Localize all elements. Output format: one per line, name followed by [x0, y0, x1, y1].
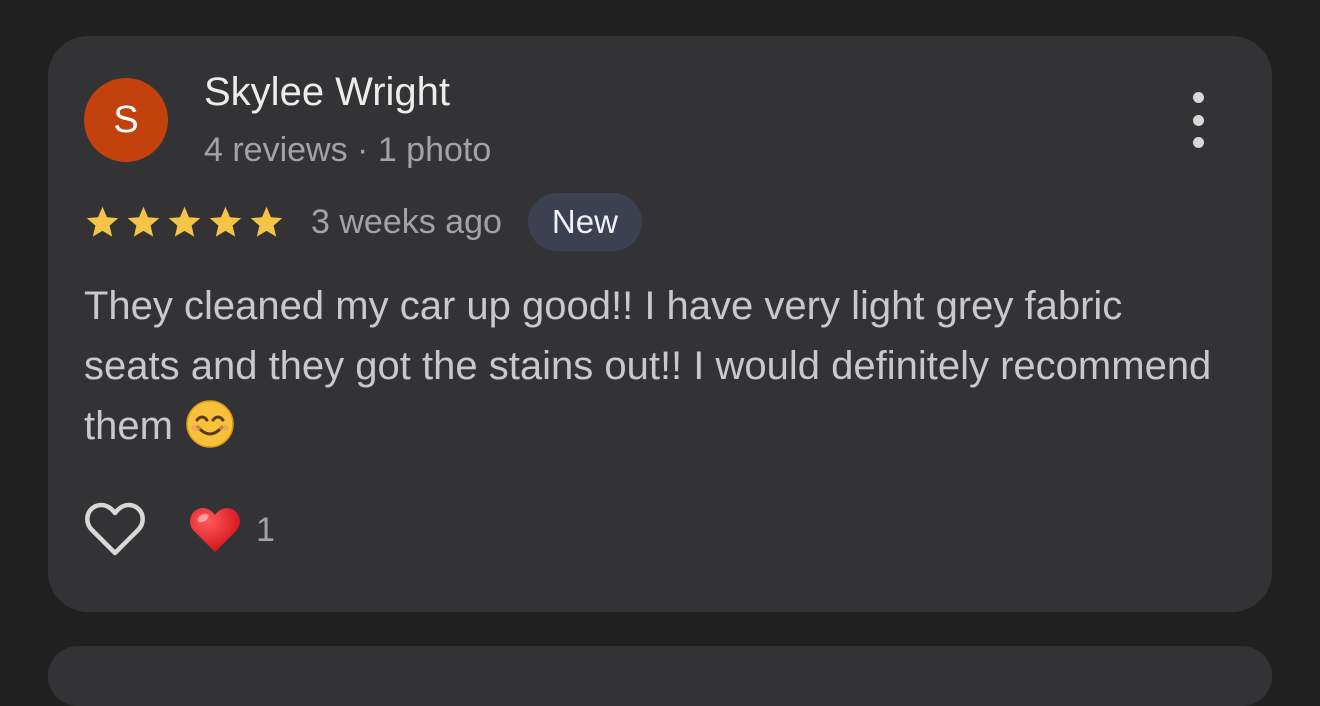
star-icon: [86, 206, 119, 237]
star-icon: [250, 206, 283, 237]
reviewer-meta: 4 reviews · 1 photo: [204, 131, 492, 169]
avatar-letter: S: [113, 98, 139, 141]
star-icon: [209, 206, 242, 237]
rating-row: 3 weeks ago New: [84, 192, 642, 252]
star-icon: [127, 206, 160, 237]
next-review-card: [48, 646, 1272, 706]
reaction-count-button[interactable]: 1: [188, 505, 275, 555]
new-badge: New: [527, 193, 642, 251]
review-card: S Skylee Wright 4 reviews · 1 photo 3 we…: [48, 36, 1272, 612]
badge-label: New: [551, 203, 618, 240]
avatar[interactable]: S: [84, 78, 168, 162]
heart-outline-icon[interactable]: [84, 501, 146, 559]
reviewer-name[interactable]: Skylee Wright: [204, 70, 450, 115]
smiling-face-emoji: [186, 400, 234, 449]
more-options-button[interactable]: [1178, 92, 1218, 148]
star-icon: [168, 206, 201, 237]
review-body: They cleaned my car up good!! I have ver…: [84, 276, 1214, 456]
review-time: 3 weeks ago: [311, 202, 502, 241]
red-heart-icon: [190, 507, 240, 552]
review-text: They cleaned my car up good!! I have ver…: [84, 284, 1212, 448]
reaction-count: 1: [256, 510, 275, 549]
star-rating: [84, 204, 289, 241]
more-vertical-icon: [1192, 92, 1204, 103]
review-actions: 1: [84, 500, 275, 560]
